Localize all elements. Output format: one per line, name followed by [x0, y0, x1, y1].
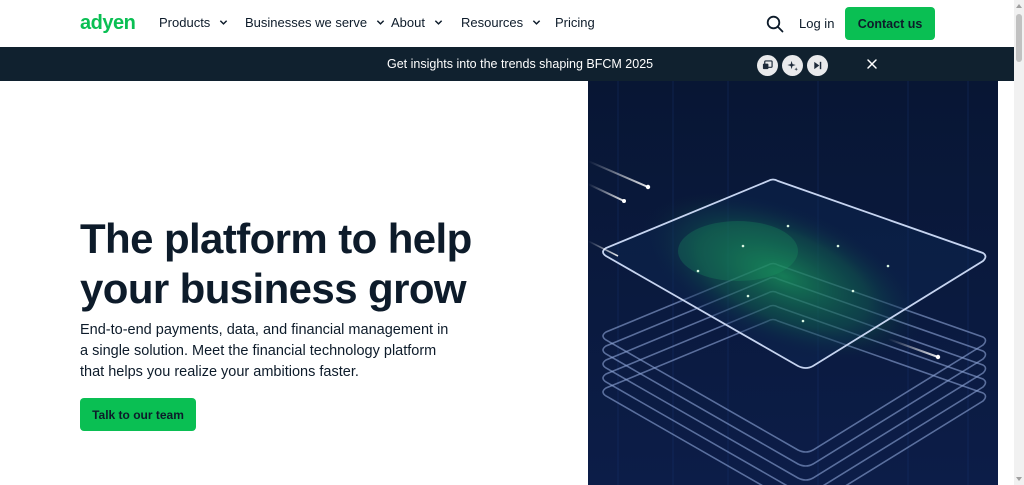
chevron-down-icon — [220, 20, 228, 25]
svg-text:adyen: adyen — [80, 12, 135, 34]
contact-us-button[interactable]: Contact us — [845, 7, 935, 40]
promo-banner: Get insights into the trends shaping BFC… — [0, 47, 1014, 81]
page-scrollbar[interactable] — [1014, 0, 1024, 485]
search-icon[interactable] — [766, 15, 784, 33]
hero-title: The platform to help your business grow — [80, 214, 560, 314]
hero-title-line1: The platform to help — [80, 215, 472, 262]
hero-illustration — [588, 81, 998, 485]
chevron-down-icon — [532, 20, 541, 25]
sparkle-icon[interactable] — [782, 55, 803, 76]
nav-products[interactable]: Products — [159, 15, 228, 30]
login-link[interactable]: Log in — [799, 16, 834, 31]
nav-label: Pricing — [555, 15, 595, 30]
site-header: adyen Products Businesses we serve About… — [0, 0, 1014, 47]
hero-title-line2: your business grow — [80, 265, 467, 312]
chevron-down-icon — [376, 20, 385, 25]
nav-pricing[interactable]: Pricing — [555, 15, 595, 30]
nav-label: Businesses we serve — [245, 15, 368, 30]
scroll-down-icon[interactable] — [1016, 476, 1022, 482]
nav-about[interactable]: About — [391, 15, 443, 30]
nav-resources[interactable]: Resources — [461, 15, 541, 30]
talk-to-team-button[interactable]: Talk to our team — [80, 398, 196, 431]
adyen-logo[interactable]: adyen — [80, 12, 142, 34]
layered-platform-graphic — [588, 81, 998, 485]
nav-label: Resources — [461, 15, 524, 30]
chevron-down-icon — [434, 20, 443, 25]
hero-subtitle: End-to-end payments, data, and financial… — [80, 322, 449, 380]
nav-label: Products — [159, 15, 211, 30]
nav-businesses[interactable]: Businesses we serve — [245, 15, 385, 30]
nav-label: About — [391, 15, 425, 30]
picture-in-picture-icon[interactable] — [757, 55, 778, 76]
scroll-up-icon[interactable] — [1016, 3, 1022, 9]
banner-link[interactable]: Get insights into the trends shaping BFC… — [387, 57, 653, 71]
skip-icon[interactable] — [807, 55, 828, 76]
scrollbar-thumb[interactable] — [1016, 14, 1022, 62]
close-icon[interactable] — [866, 58, 878, 70]
